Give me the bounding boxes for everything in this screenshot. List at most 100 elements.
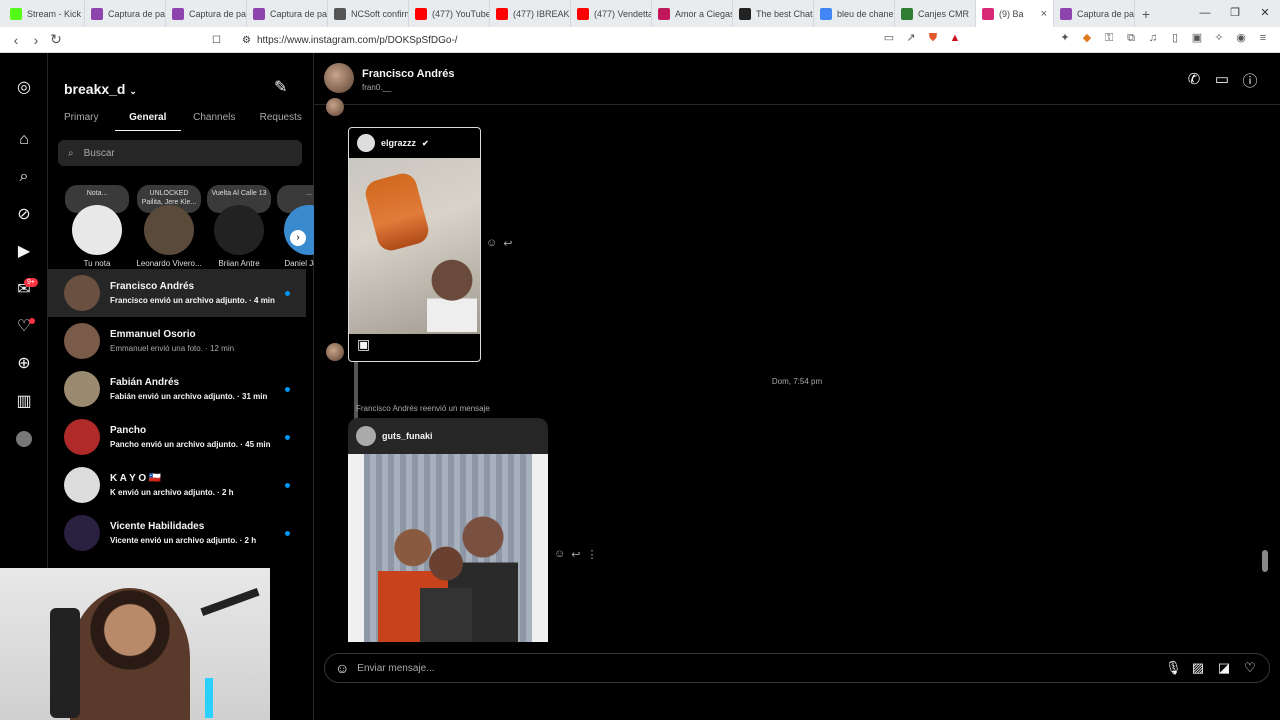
- fox-icon[interactable]: ◆: [1080, 31, 1094, 45]
- note-item[interactable]: UNLOCKED Pailita, Jere Kle... Leonardo Vi…: [134, 185, 204, 268]
- dashboard-icon[interactable]: ▥: [14, 391, 34, 411]
- menu-icon[interactable]: ≡: [1256, 31, 1270, 45]
- search-icon[interactable]: ⌕: [14, 167, 34, 187]
- address-bar[interactable]: ☐ ⚙ https://www.instagram.com/p/DOKSpSfD…: [212, 30, 960, 50]
- shared-reel[interactable]: elgrazzz ✔ ▣: [348, 127, 481, 362]
- browser-tab[interactable]: NCSoft confirma: [328, 0, 409, 27]
- shared-post[interactable]: guts_funaki: [348, 418, 548, 642]
- browser-tab[interactable]: (477) YouTube: [409, 0, 490, 27]
- reels-icon[interactable]: ▶: [14, 241, 34, 261]
- info-icon[interactable]: ⓘ: [1242, 70, 1258, 91]
- note-item[interactable]: Vuelta Al Calle 13 Briian Antre: [204, 185, 274, 268]
- vpn-icon[interactable]: ◉: [1234, 31, 1248, 45]
- profile-avatar[interactable]: [14, 429, 34, 449]
- browser-tab[interactable]: Amor a Ciegas: [652, 0, 733, 27]
- browser-tab[interactable]: Captura de pantalla: [1054, 0, 1135, 27]
- screen-icon[interactable]: ▭: [882, 31, 896, 45]
- rewards-icon[interactable]: ▲: [948, 31, 962, 45]
- media-icon[interactable]: ⧉: [1124, 31, 1138, 45]
- compose-icon[interactable]: ✎: [274, 77, 287, 97]
- browser-tab[interactable]: Captura de pantalla: [85, 0, 166, 27]
- wallet-icon[interactable]: ▣: [1190, 31, 1204, 45]
- thread-item[interactable]: Fabián Andrés Fabián envió un archivo adj…: [48, 365, 306, 413]
- browser-tab[interactable]: (477) Vendetta: [571, 0, 652, 27]
- browser-tab[interactable]: The best Chat: [733, 0, 814, 27]
- tab-label: Stream - Kick: [27, 8, 82, 19]
- back-icon[interactable]: ‹: [6, 32, 26, 48]
- thread-item[interactable]: Francisco Andrés Francisco envió un archi…: [48, 269, 306, 317]
- sidebar-icon[interactable]: ▯: [1168, 31, 1182, 45]
- extension-icon[interactable]: ✦: [1058, 31, 1072, 45]
- sender-avatar[interactable]: [326, 343, 344, 361]
- chat-avatar[interactable]: [324, 63, 354, 93]
- share-icon[interactable]: ↗: [904, 31, 918, 45]
- restore-icon[interactable]: ❐: [1220, 0, 1250, 27]
- browser-tab[interactable]: Canjes CMR: [895, 0, 976, 27]
- notes-next-icon[interactable]: ›: [290, 230, 306, 246]
- chat-header: Francisco Andrés fran0.__ ✆ ▭ ⓘ: [314, 53, 1280, 105]
- puzzle-icon[interactable]: ⚿: [1102, 31, 1116, 45]
- account-switcher[interactable]: breakx_d ⌄: [64, 81, 137, 97]
- post-author-avatar: [356, 426, 376, 446]
- microphone-icon[interactable]: 🎙: [1165, 660, 1182, 676]
- thread-item[interactable]: Pancho Pancho envió un archivo adjunto. ·…: [48, 413, 306, 461]
- reply-icon[interactable]: ↩: [503, 237, 512, 250]
- thread-text: Emmanuel Osorio Emmanuel envió una foto. …: [110, 329, 234, 353]
- phone-icon[interactable]: ✆: [1186, 70, 1202, 91]
- react-icon[interactable]: ☺: [554, 548, 565, 561]
- instagram-logo-icon[interactable]: ◎: [14, 77, 34, 97]
- url-text[interactable]: https://www.instagram.com/p/DOKSpSfDGo-/: [257, 35, 458, 46]
- browser-tab[interactable]: Stream - Kick: [4, 0, 85, 27]
- inbox-tab-channels[interactable]: Channels: [181, 109, 248, 131]
- sticker-icon[interactable]: ◪: [1217, 660, 1231, 676]
- chat-name[interactable]: Francisco Andrés: [362, 68, 455, 80]
- close-window-icon[interactable]: ✕: [1250, 0, 1280, 27]
- inbox-tabs: Primary General Channels Requests: [48, 109, 314, 131]
- inbox-tab-general[interactable]: General: [114, 109, 181, 131]
- search-field[interactable]: ⌕ Buscar: [58, 140, 302, 166]
- video-icon[interactable]: ▭: [1214, 70, 1230, 91]
- close-tab-icon[interactable]: ×: [1041, 8, 1047, 20]
- chat-scrollbar[interactable]: [1262, 550, 1268, 572]
- tab-favicon-icon: [739, 7, 751, 20]
- create-icon[interactable]: ⊕: [14, 353, 34, 373]
- note-name: Briian Antre: [218, 259, 260, 268]
- note-item[interactable]: Nota... Tu nota: [62, 185, 132, 268]
- browser-tab[interactable]: (477) IBREAK: [490, 0, 571, 27]
- forward-icon[interactable]: ›: [26, 32, 46, 48]
- music-icon[interactable]: ♫: [1146, 31, 1160, 45]
- minimize-icon[interactable]: —: [1190, 0, 1220, 27]
- reply-icon[interactable]: ↩: [571, 548, 580, 561]
- browser-tab[interactable]: Captura de pantalla: [166, 0, 247, 27]
- thread-item[interactable]: K A Y O 🇨🇱 K envió un archivo adjunto. · …: [48, 461, 306, 509]
- bookmark-icon[interactable]: ☐: [212, 35, 221, 46]
- sender-avatar[interactable]: [326, 98, 344, 116]
- unread-dot: [285, 483, 290, 488]
- post-image[interactable]: [348, 454, 548, 642]
- note-item[interactable]: ...Daniel Jose B: [274, 185, 314, 268]
- jar-image: [362, 170, 432, 254]
- message-composer[interactable]: ☺ Enviar mensaje... 🎙 ▨ ◪ ♡: [324, 653, 1270, 683]
- browser-tab[interactable]: (9) Ba ×: [976, 0, 1054, 27]
- inbox-tab-requests[interactable]: Requests: [248, 109, 315, 131]
- browser-tab[interactable]: Captura de pantalla: [247, 0, 328, 27]
- site-info-icon[interactable]: ⚙: [242, 35, 251, 46]
- inbox-tab-primary[interactable]: Primary: [48, 109, 115, 131]
- message-actions-1: ☺ ↩: [486, 237, 512, 250]
- browser-tab[interactable]: bleu de chanel: [814, 0, 895, 27]
- new-tab-button[interactable]: +: [1135, 6, 1157, 22]
- home-icon[interactable]: ⌂: [14, 130, 34, 150]
- reel-thumbnail[interactable]: [349, 158, 480, 334]
- thread-item[interactable]: Emmanuel Osorio Emmanuel envió una foto. …: [48, 317, 306, 365]
- explore-icon[interactable]: ⊘: [14, 204, 34, 224]
- emoji-icon[interactable]: ☺: [335, 660, 349, 676]
- heart-icon[interactable]: ♡: [1243, 660, 1257, 676]
- leo-icon[interactable]: ✧: [1212, 31, 1226, 45]
- more-icon[interactable]: ⋮: [586, 548, 597, 561]
- thread-preview: Francisco envió un archivo adjunto. · 4 …: [110, 296, 275, 305]
- reload-icon[interactable]: ↻: [46, 31, 66, 48]
- image-icon[interactable]: ▨: [1191, 660, 1205, 676]
- react-icon[interactable]: ☺: [486, 237, 497, 250]
- shield-icon[interactable]: ⛊: [926, 31, 940, 45]
- thread-item[interactable]: Vicente Habilidades Vicente envió un arch…: [48, 509, 306, 557]
